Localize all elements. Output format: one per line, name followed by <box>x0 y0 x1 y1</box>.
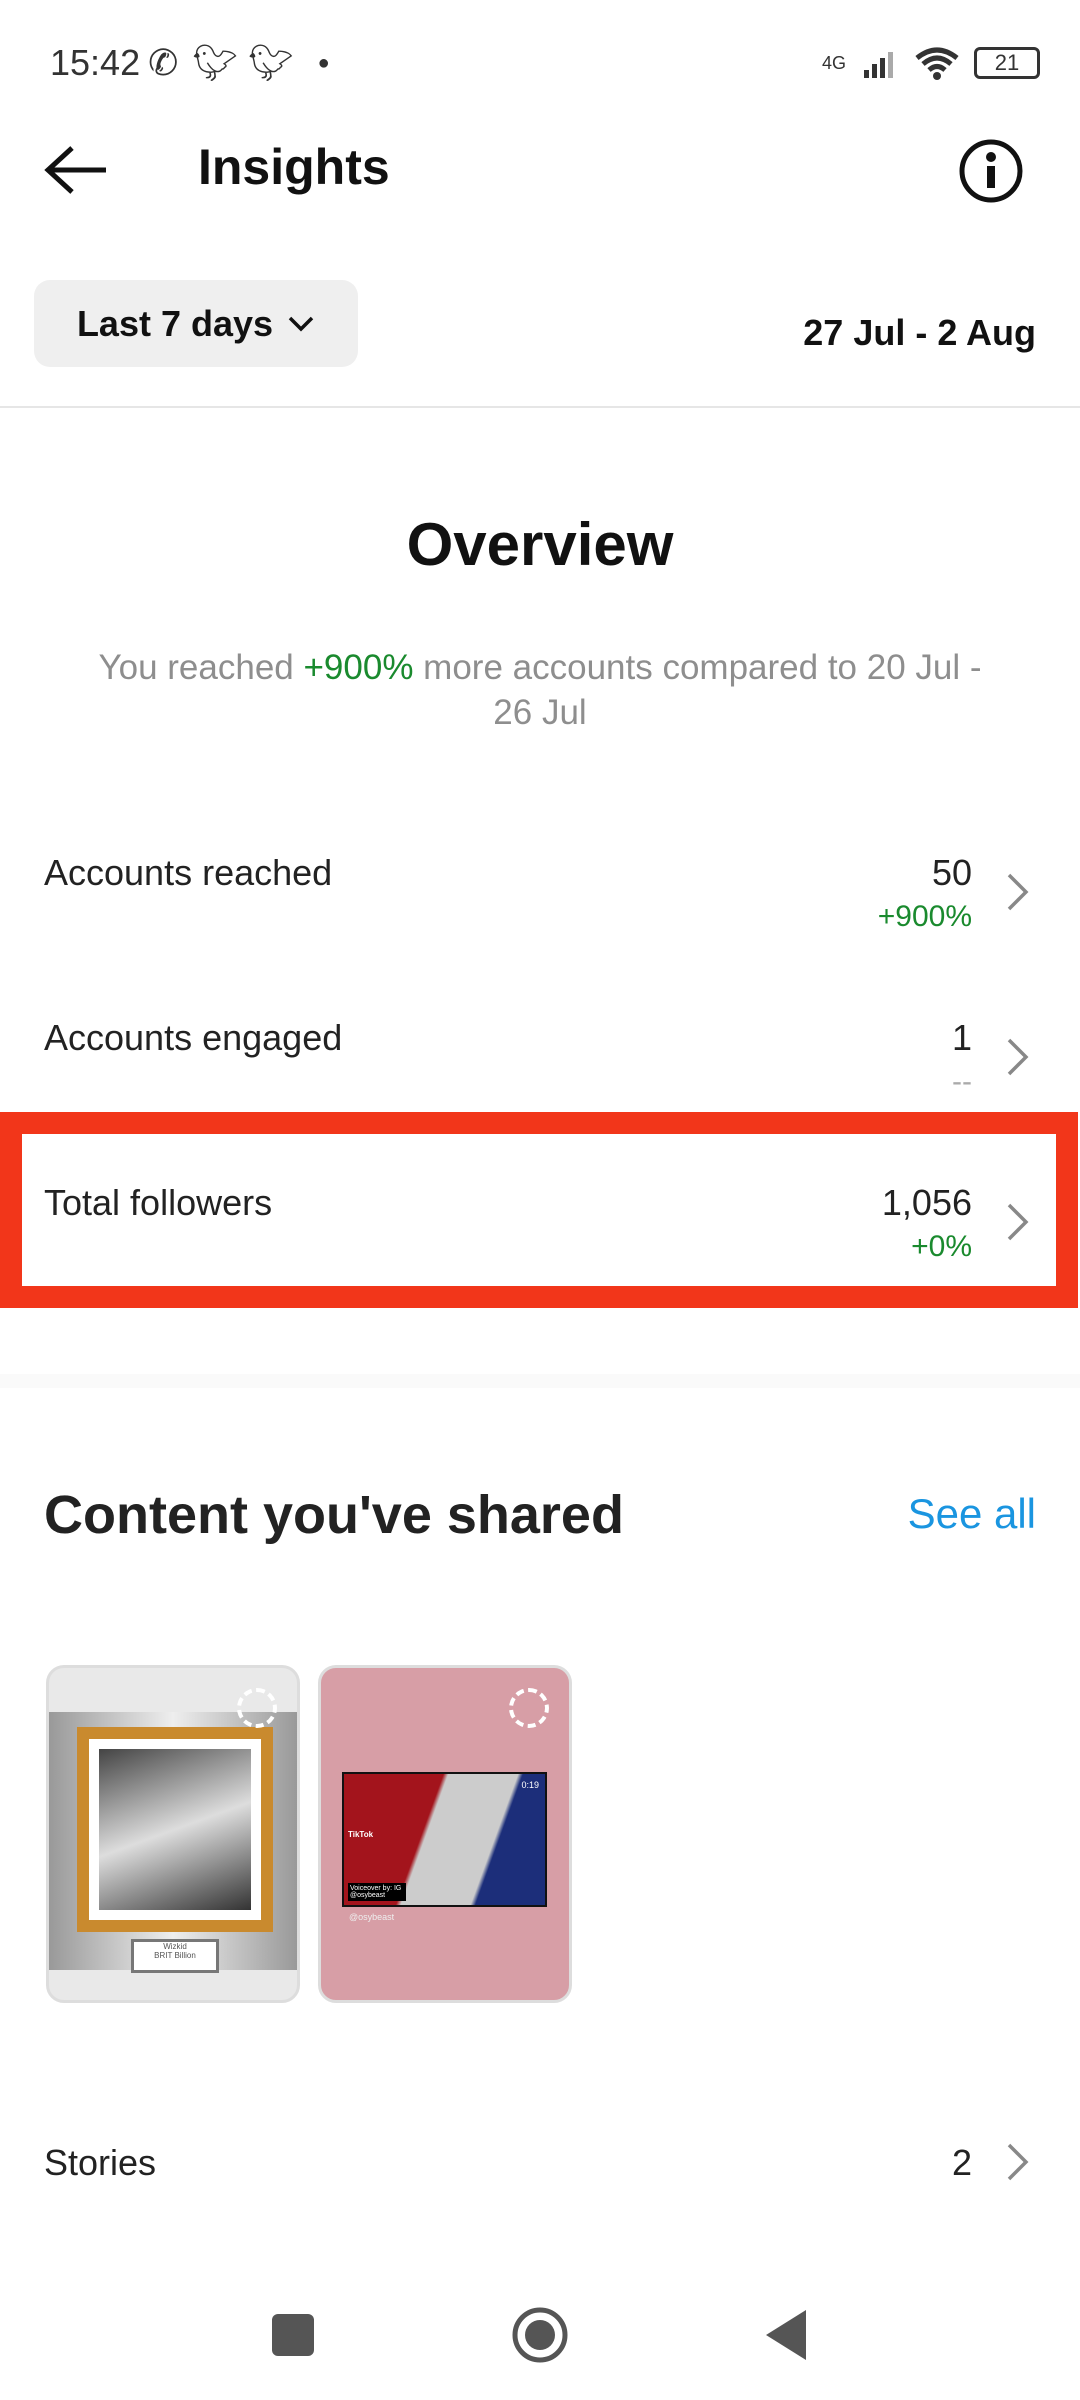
divider <box>0 406 1080 408</box>
content-thumbnail[interactable]: 0:19 TikTok Voiceover by: IG @osybeast @… <box>318 1665 572 2003</box>
arrow-left-icon[interactable] <box>44 145 110 195</box>
overview-title: Overview <box>406 511 674 578</box>
highlight-box <box>0 1112 1078 1308</box>
date-range-dropdown[interactable]: Last 7 days <box>34 280 358 367</box>
section-divider <box>0 1374 1080 1388</box>
chevron-right-icon <box>1007 1038 1029 1076</box>
info-icon[interactable] <box>958 138 1024 204</box>
recent-apps-button[interactable] <box>272 2314 314 2356</box>
dot-icon: ● <box>317 51 330 74</box>
twitter-icon: 🐦︎ <box>192 42 238 83</box>
date-range: 27 Jul - 2 Aug <box>803 312 1036 353</box>
loading-icon <box>237 1688 277 1728</box>
chevron-down-icon <box>288 316 314 331</box>
content-title: Content you've shared <box>44 1485 624 1545</box>
home-button[interactable] <box>510 2305 570 2365</box>
network-type: 4G <box>821 52 846 73</box>
see-all-link[interactable]: See all <box>908 1490 1036 1538</box>
loading-icon <box>509 1688 549 1728</box>
wifi-icon <box>915 47 959 80</box>
page-title: Insights <box>198 139 390 195</box>
twitter-icon: 🐦︎ <box>247 42 294 83</box>
back-button[interactable] <box>762 2308 810 2362</box>
metric-accounts-reached[interactable]: Accounts reached 50 +900% <box>0 852 1080 972</box>
overview-summary: You reached +900% more accounts compared… <box>98 648 982 732</box>
whatsapp-icon: ✆ <box>148 42 179 83</box>
battery-icon: 21 <box>974 47 1040 79</box>
signal-icon <box>864 52 893 78</box>
chevron-right-icon <box>1007 2143 1029 2181</box>
clock: 15:42 <box>50 42 141 83</box>
system-nav-bar <box>0 2300 1080 2370</box>
content-thumbnail[interactable]: Wizkid BRIT Billion <box>46 1665 300 2003</box>
status-bar: 15:42 ✆ 🐦︎ 🐦︎ ● 4G 21 <box>50 38 1040 88</box>
stories-row[interactable]: Stories 2 <box>0 2142 1080 2262</box>
chevron-right-icon <box>1007 873 1029 911</box>
